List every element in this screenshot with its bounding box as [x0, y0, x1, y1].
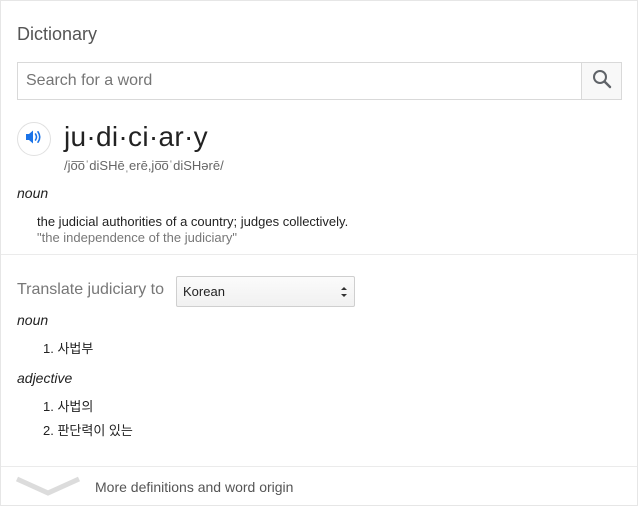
example-sentence: "the independence of the judiciary"	[37, 230, 238, 245]
search-input[interactable]	[18, 63, 581, 99]
section-divider	[1, 254, 637, 255]
more-definitions-label: More definitions and word origin	[95, 479, 294, 495]
card-title: Dictionary	[17, 24, 98, 44]
search-box	[17, 62, 622, 100]
pronunciation-button[interactable]	[17, 122, 51, 156]
search-icon	[592, 69, 612, 94]
chevron-down-icon	[15, 475, 81, 502]
translation-item: 1. 사법의	[43, 399, 94, 414]
translation-item: 1. 사법부	[43, 341, 94, 356]
translation-item: 2. 판단력이 있는	[43, 423, 133, 438]
part-of-speech: noun	[17, 185, 49, 201]
dictionary-card: Dictionary ju·di·ci·ar·y /jo͞oˈdiSHēˌerē…	[0, 0, 638, 506]
more-definitions-link[interactable]: More definitions and word origin	[1, 467, 637, 505]
select-arrows-icon	[340, 285, 348, 302]
search-button[interactable]	[581, 63, 621, 99]
phonetic: /jo͞oˈdiSHēˌerē,jo͞oˈdiSHərē/	[64, 158, 224, 173]
definition: the judicial authorities of a country; j…	[37, 214, 349, 229]
translation-pos-noun: noun	[17, 312, 49, 328]
speaker-icon	[25, 129, 43, 150]
headword: ju·di·ci·ar·y	[64, 121, 208, 152]
translate-label: Translate judiciary to	[17, 281, 165, 298]
language-select[interactable]: Korean	[176, 276, 355, 307]
language-select-value: Korean	[183, 284, 225, 299]
translation-pos-adjective: adjective	[17, 370, 73, 386]
